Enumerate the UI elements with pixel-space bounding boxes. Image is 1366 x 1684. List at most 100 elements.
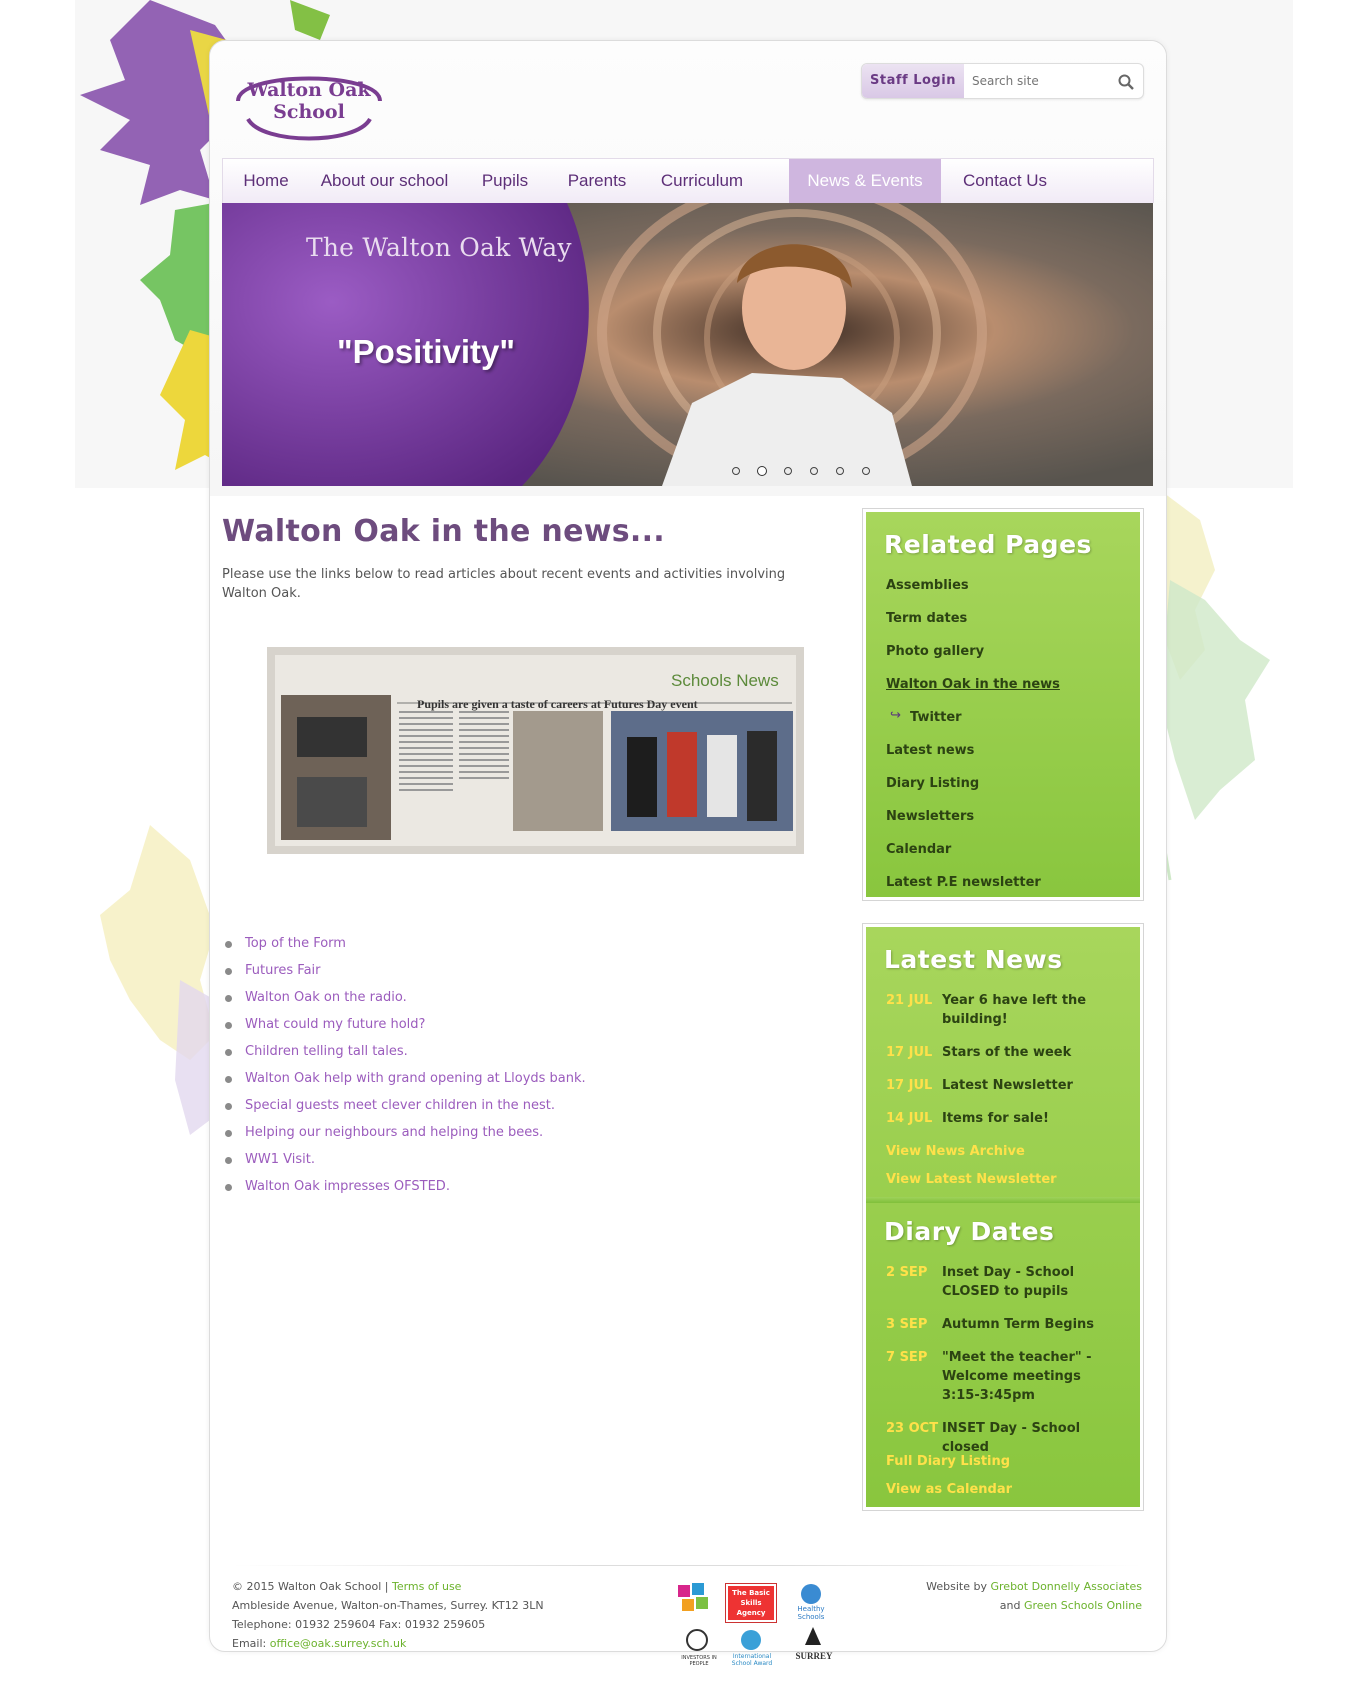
footer-address: Ambleside Avenue, Walton-on-Thames, Surr…	[232, 1599, 544, 1612]
credits-row-2: and Green Schools Online	[926, 1596, 1142, 1615]
article-link[interactable]: Futures Fair	[245, 963, 321, 978]
email-link[interactable]: office@oak.surrey.sch.uk	[270, 1637, 407, 1650]
intro-text: Please use the links below to read artic…	[222, 567, 786, 601]
news-item[interactable]: Year 6 have left the building!	[942, 991, 1122, 1029]
panel-divider	[866, 1197, 1140, 1203]
nav-contact[interactable]: Contact Us	[941, 159, 1069, 203]
nav-about[interactable]: About our school	[309, 159, 460, 203]
logo-line1: Walton Oak	[247, 79, 371, 101]
article-link[interactable]: Walton Oak help with grand opening at Ll…	[245, 1071, 586, 1086]
utility-bar: Staff Login	[861, 63, 1144, 99]
list-item: Walton Oak impresses OFSTED.	[222, 1177, 586, 1204]
investors-in-people-icon	[686, 1629, 708, 1651]
view-news-archive-link[interactable]: View News Archive	[886, 1144, 1025, 1159]
diary-item[interactable]: INSET Day - School closed	[942, 1419, 1122, 1457]
news-item[interactable]: Latest Newsletter	[942, 1076, 1122, 1095]
related-link-calendar[interactable]: Calendar	[886, 842, 951, 857]
search-icon[interactable]	[1117, 73, 1135, 91]
nav-parents[interactable]: Parents	[550, 159, 644, 203]
slide-dot-1[interactable]	[732, 467, 740, 475]
list-item: Helping our neighbours and helping the b…	[222, 1123, 586, 1150]
list-item: Futures Fair	[222, 961, 586, 988]
footer-credits: Website by Grebot Donnelly Associates an…	[926, 1577, 1142, 1615]
newspaper-headline: Pupils are given a taste of careers at F…	[417, 697, 698, 711]
list-item: Walton Oak help with grand opening at Ll…	[222, 1069, 586, 1096]
staff-login-button[interactable]: Staff Login	[862, 64, 964, 98]
agency-link[interactable]: Grebot Donnelly Associates	[991, 1580, 1143, 1593]
logo-text: Walton Oak School	[232, 79, 386, 123]
footer-contact: © 2015 Walton Oak School | Terms of use …	[232, 1577, 544, 1653]
slide-dot-6[interactable]	[862, 467, 870, 475]
banner-title: The Walton Oak Way	[306, 233, 572, 262]
view-as-calendar-link[interactable]: View as Calendar	[886, 1482, 1012, 1497]
footer-divider	[232, 1565, 1142, 1566]
footer-phone: Telephone: 01932 259604 Fax: 01932 25960…	[232, 1618, 486, 1631]
copyright-text: © 2015 Walton Oak School	[232, 1580, 382, 1593]
page-title: Walton Oak in the news...	[222, 514, 665, 549]
healthy-schools-icon	[801, 1584, 821, 1604]
related-link-latest-news[interactable]: Latest news	[886, 743, 974, 758]
article-link[interactable]: Special guests meet clever children in t…	[245, 1098, 555, 1113]
slide-dot-4[interactable]	[810, 467, 818, 475]
page-container: Walton Oak School Staff Login Home About…	[209, 40, 1167, 1667]
related-link-term-dates[interactable]: Term dates	[886, 611, 967, 626]
nav-news-events[interactable]: News & Events	[789, 159, 941, 203]
related-link-walton-oak-news[interactable]: Walton Oak in the news	[886, 677, 1060, 692]
slide-dot-5[interactable]	[836, 467, 844, 475]
hero-banner: The Walton Oak Way "Positivity"	[222, 203, 1153, 486]
view-latest-newsletter-link[interactable]: View Latest Newsletter	[886, 1172, 1057, 1187]
article-link[interactable]: Children telling tall tales.	[245, 1044, 408, 1059]
article-link[interactable]: Top of the Form	[245, 936, 346, 951]
slide-dot-2[interactable]	[757, 466, 767, 476]
list-item: Special guests meet clever children in t…	[222, 1096, 586, 1123]
nav-curriculum[interactable]: Curriculum	[644, 159, 760, 203]
newspaper-masthead: Schools News	[671, 671, 779, 690]
related-link-photo-gallery[interactable]: Photo gallery	[886, 644, 984, 659]
banner-quote: "Positivity"	[337, 333, 516, 370]
list-item: WW1 Visit.	[222, 1150, 586, 1177]
footer-separator: |	[384, 1580, 389, 1593]
news-item[interactable]: Stars of the week	[942, 1043, 1122, 1062]
news-date: 14 JUL	[886, 1111, 933, 1126]
article-link[interactable]: What could my future hold?	[245, 1017, 425, 1032]
related-link-twitter[interactable]: Twitter	[910, 710, 962, 725]
investors-in-people-badge: INVESTORS IN PEOPLE	[681, 1655, 717, 1667]
logo-line2: School	[273, 101, 345, 123]
article-link[interactable]: Walton Oak impresses OFSTED.	[245, 1179, 450, 1194]
diary-dates-title: Diary Dates	[884, 1217, 1055, 1246]
main-nav: Home About our school Pupils Parents Cur…	[222, 158, 1154, 203]
article-link[interactable]: WW1 Visit.	[245, 1152, 315, 1167]
search-input[interactable]	[966, 64, 1118, 98]
nav-pupils[interactable]: Pupils	[460, 159, 550, 203]
article-link[interactable]: Walton Oak on the radio.	[245, 990, 407, 1005]
diary-item[interactable]: "Meet the teacher" - Welcome meetings 3:…	[942, 1348, 1122, 1405]
diary-date: 23 OCT	[886, 1421, 939, 1436]
diary-date: 7 SEP	[886, 1350, 928, 1365]
list-item: Walton Oak on the radio.	[222, 988, 586, 1015]
sub-item-arrow-icon: ↪	[890, 708, 901, 723]
related-link-diary-listing[interactable]: Diary Listing	[886, 776, 979, 791]
related-pages-panel: Related Pages Assemblies Term dates Phot…	[863, 509, 1143, 900]
list-item: What could my future hold?	[222, 1015, 586, 1042]
related-link-pe-newsletter[interactable]: Latest P.E newsletter	[886, 875, 1041, 890]
news-item[interactable]: Items for sale!	[942, 1109, 1122, 1128]
international-school-award-icon	[741, 1630, 761, 1650]
partner-link[interactable]: Green Schools Online	[1024, 1599, 1142, 1612]
school-logo[interactable]: Walton Oak School	[232, 61, 386, 145]
related-link-newsletters[interactable]: Newsletters	[886, 809, 974, 824]
terms-of-use-link[interactable]: Terms of use	[392, 1580, 461, 1593]
news-date: 21 JUL	[886, 993, 933, 1008]
basic-skills-badge: The Basic Skills Agency	[726, 1584, 776, 1622]
credits-row-1: Website by Grebot Donnelly Associates	[926, 1577, 1142, 1596]
diary-item[interactable]: Inset Day - School CLOSED to pupils	[942, 1263, 1122, 1301]
news-date: 17 JUL	[886, 1045, 933, 1060]
related-link-assemblies[interactable]: Assemblies	[886, 578, 969, 593]
slide-dot-3[interactable]	[784, 467, 792, 475]
news-date: 17 JUL	[886, 1078, 933, 1093]
diary-item[interactable]: Autumn Term Begins	[942, 1315, 1122, 1334]
full-diary-listing-link[interactable]: Full Diary Listing	[886, 1454, 1010, 1469]
nav-home[interactable]: Home	[223, 159, 309, 203]
footer-copyright-row: © 2015 Walton Oak School | Terms of use	[232, 1577, 544, 1596]
article-link[interactable]: Helping our neighbours and helping the b…	[245, 1125, 543, 1140]
footer-email-row: Email: office@oak.surrey.sch.uk	[232, 1634, 544, 1653]
